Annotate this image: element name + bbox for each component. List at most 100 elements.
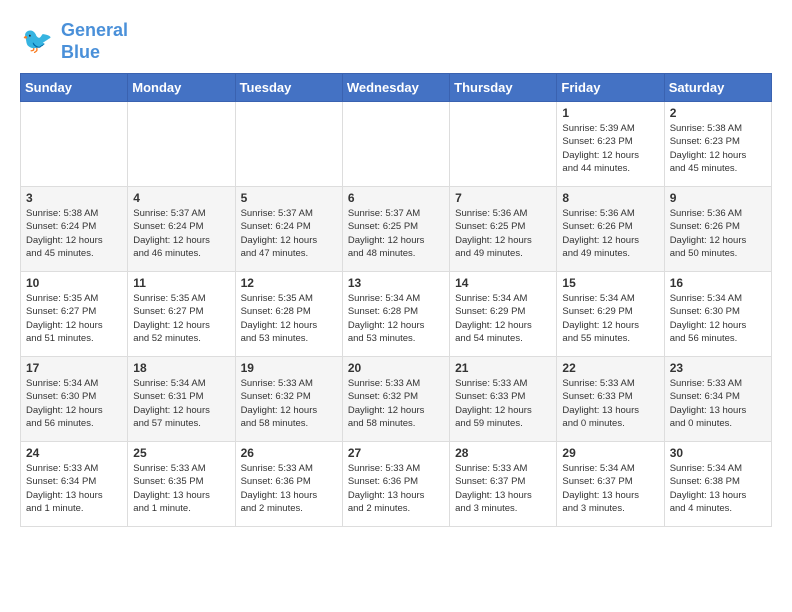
day-cell: 28 Sunrise: 5:33 AM Sunset: 6:37 PM Dayli… xyxy=(450,442,557,527)
day-cell: 11 Sunrise: 5:35 AM Sunset: 6:27 PM Dayli… xyxy=(128,272,235,357)
header-wednesday: Wednesday xyxy=(342,74,449,102)
week-row-3: 17Sunrise: 5:34 AM Sunset: 6:30 PM Dayli… xyxy=(21,357,772,442)
day-number: 25 xyxy=(133,446,229,460)
day-cell: 25Sunrise: 5:33 AM Sunset: 6:35 PM Dayli… xyxy=(128,442,235,527)
day-info: Sunrise: 5:33 AM Sunset: 6:34 PM Dayligh… xyxy=(670,377,766,430)
day-info: Sunrise: 5:37 AM Sunset: 6:24 PM Dayligh… xyxy=(133,207,229,260)
header-friday: Friday xyxy=(557,74,664,102)
day-cell: 21 Sunrise: 5:33 AM Sunset: 6:33 PM Dayli… xyxy=(450,357,557,442)
calendar-table: SundayMondayTuesdayWednesdayThursdayFrid… xyxy=(20,73,772,527)
header-thursday: Thursday xyxy=(450,74,557,102)
day-info: Sunrise: 5:37 AM Sunset: 6:24 PM Dayligh… xyxy=(241,207,337,260)
day-number: 7 xyxy=(455,191,551,205)
day-cell: 13 Sunrise: 5:34 AM Sunset: 6:28 PM Dayli… xyxy=(342,272,449,357)
header-saturday: Saturday xyxy=(664,74,771,102)
day-cell: 18 Sunrise: 5:34 AM Sunset: 6:31 PM Dayli… xyxy=(128,357,235,442)
day-cell xyxy=(342,102,449,187)
day-info: Sunrise: 5:34 AM Sunset: 6:38 PM Dayligh… xyxy=(670,462,766,515)
day-cell: 9 Sunrise: 5:36 AM Sunset: 6:26 PM Daylig… xyxy=(664,187,771,272)
day-info: Sunrise: 5:35 AM Sunset: 6:27 PM Dayligh… xyxy=(26,292,122,345)
day-cell: 24Sunrise: 5:33 AM Sunset: 6:34 PM Dayli… xyxy=(21,442,128,527)
day-number: 22 xyxy=(562,361,658,375)
day-number: 30 xyxy=(670,446,766,460)
week-row-2: 10 Sunrise: 5:35 AM Sunset: 6:27 PM Dayli… xyxy=(21,272,772,357)
day-number: 29 xyxy=(562,446,658,460)
logo-text: General Blue xyxy=(61,20,128,63)
header-row: SundayMondayTuesdayWednesdayThursdayFrid… xyxy=(21,74,772,102)
day-info: Sunrise: 5:36 AM Sunset: 6:26 PM Dayligh… xyxy=(670,207,766,260)
day-number: 3 xyxy=(26,191,122,205)
day-number: 5 xyxy=(241,191,337,205)
day-cell: 6 Sunrise: 5:37 AM Sunset: 6:25 PM Daylig… xyxy=(342,187,449,272)
day-info: Sunrise: 5:34 AM Sunset: 6:30 PM Dayligh… xyxy=(670,292,766,345)
day-info: Sunrise: 5:33 AM Sunset: 6:36 PM Dayligh… xyxy=(241,462,337,515)
logo: 🐦 General Blue xyxy=(20,20,128,63)
day-info: Sunrise: 5:33 AM Sunset: 6:37 PM Dayligh… xyxy=(455,462,551,515)
day-cell xyxy=(128,102,235,187)
day-info: Sunrise: 5:33 AM Sunset: 6:33 PM Dayligh… xyxy=(455,377,551,430)
day-cell: 10 Sunrise: 5:35 AM Sunset: 6:27 PM Dayli… xyxy=(21,272,128,357)
day-number: 1 xyxy=(562,106,658,120)
day-info: Sunrise: 5:36 AM Sunset: 6:26 PM Dayligh… xyxy=(562,207,658,260)
day-number: 6 xyxy=(348,191,444,205)
day-cell: 3 Sunrise: 5:38 AM Sunset: 6:24 PM Daylig… xyxy=(21,187,128,272)
day-info: Sunrise: 5:34 AM Sunset: 6:37 PM Dayligh… xyxy=(562,462,658,515)
day-info: Sunrise: 5:37 AM Sunset: 6:25 PM Dayligh… xyxy=(348,207,444,260)
day-info: Sunrise: 5:35 AM Sunset: 6:27 PM Dayligh… xyxy=(133,292,229,345)
svg-text:🐦: 🐦 xyxy=(22,27,53,55)
week-row-0: 1 Sunrise: 5:39 AM Sunset: 6:23 PM Daylig… xyxy=(21,102,772,187)
day-cell: 22 Sunrise: 5:33 AM Sunset: 6:33 PM Dayli… xyxy=(557,357,664,442)
day-cell: 15 Sunrise: 5:34 AM Sunset: 6:29 PM Dayli… xyxy=(557,272,664,357)
header-tuesday: Tuesday xyxy=(235,74,342,102)
page-container: 🐦 General Blue SundayMondayTuesdayWednes… xyxy=(20,20,772,527)
header: 🐦 General Blue xyxy=(20,20,772,63)
day-info: Sunrise: 5:33 AM Sunset: 6:33 PM Dayligh… xyxy=(562,377,658,430)
day-info: Sunrise: 5:33 AM Sunset: 6:32 PM Dayligh… xyxy=(241,377,337,430)
day-number: 19 xyxy=(241,361,337,375)
day-number: 28 xyxy=(455,446,551,460)
day-info: Sunrise: 5:34 AM Sunset: 6:29 PM Dayligh… xyxy=(455,292,551,345)
day-number: 14 xyxy=(455,276,551,290)
day-info: Sunrise: 5:34 AM Sunset: 6:31 PM Dayligh… xyxy=(133,377,229,430)
day-number: 10 xyxy=(26,276,122,290)
day-cell: 30 Sunrise: 5:34 AM Sunset: 6:38 PM Dayli… xyxy=(664,442,771,527)
day-number: 26 xyxy=(241,446,337,460)
day-info: Sunrise: 5:34 AM Sunset: 6:30 PM Dayligh… xyxy=(26,377,122,430)
logo-icon: 🐦 xyxy=(20,24,56,60)
day-cell: 7 Sunrise: 5:36 AM Sunset: 6:25 PM Daylig… xyxy=(450,187,557,272)
day-cell: 27 Sunrise: 5:33 AM Sunset: 6:36 PM Dayli… xyxy=(342,442,449,527)
day-number: 9 xyxy=(670,191,766,205)
day-number: 15 xyxy=(562,276,658,290)
day-number: 13 xyxy=(348,276,444,290)
day-number: 20 xyxy=(348,361,444,375)
day-info: Sunrise: 5:39 AM Sunset: 6:23 PM Dayligh… xyxy=(562,122,658,175)
day-cell: 29 Sunrise: 5:34 AM Sunset: 6:37 PM Dayli… xyxy=(557,442,664,527)
day-cell: 16 Sunrise: 5:34 AM Sunset: 6:30 PM Dayli… xyxy=(664,272,771,357)
day-number: 18 xyxy=(133,361,229,375)
day-info: Sunrise: 5:33 AM Sunset: 6:36 PM Dayligh… xyxy=(348,462,444,515)
day-info: Sunrise: 5:36 AM Sunset: 6:25 PM Dayligh… xyxy=(455,207,551,260)
day-cell: 12 Sunrise: 5:35 AM Sunset: 6:28 PM Dayli… xyxy=(235,272,342,357)
header-monday: Monday xyxy=(128,74,235,102)
week-row-4: 24Sunrise: 5:33 AM Sunset: 6:34 PM Dayli… xyxy=(21,442,772,527)
day-cell: 5 Sunrise: 5:37 AM Sunset: 6:24 PM Daylig… xyxy=(235,187,342,272)
day-number: 24 xyxy=(26,446,122,460)
week-row-1: 3 Sunrise: 5:38 AM Sunset: 6:24 PM Daylig… xyxy=(21,187,772,272)
day-number: 27 xyxy=(348,446,444,460)
day-info: Sunrise: 5:34 AM Sunset: 6:28 PM Dayligh… xyxy=(348,292,444,345)
day-info: Sunrise: 5:38 AM Sunset: 6:24 PM Dayligh… xyxy=(26,207,122,260)
day-cell: 4Sunrise: 5:37 AM Sunset: 6:24 PM Daylig… xyxy=(128,187,235,272)
day-number: 12 xyxy=(241,276,337,290)
day-number: 8 xyxy=(562,191,658,205)
day-cell: 8 Sunrise: 5:36 AM Sunset: 6:26 PM Daylig… xyxy=(557,187,664,272)
day-info: Sunrise: 5:34 AM Sunset: 6:29 PM Dayligh… xyxy=(562,292,658,345)
day-cell: 23 Sunrise: 5:33 AM Sunset: 6:34 PM Dayli… xyxy=(664,357,771,442)
day-number: 16 xyxy=(670,276,766,290)
day-info: Sunrise: 5:38 AM Sunset: 6:23 PM Dayligh… xyxy=(670,122,766,175)
day-number: 21 xyxy=(455,361,551,375)
day-number: 11 xyxy=(133,276,229,290)
day-cell: 1 Sunrise: 5:39 AM Sunset: 6:23 PM Daylig… xyxy=(557,102,664,187)
day-number: 23 xyxy=(670,361,766,375)
day-number: 2 xyxy=(670,106,766,120)
day-info: Sunrise: 5:35 AM Sunset: 6:28 PM Dayligh… xyxy=(241,292,337,345)
